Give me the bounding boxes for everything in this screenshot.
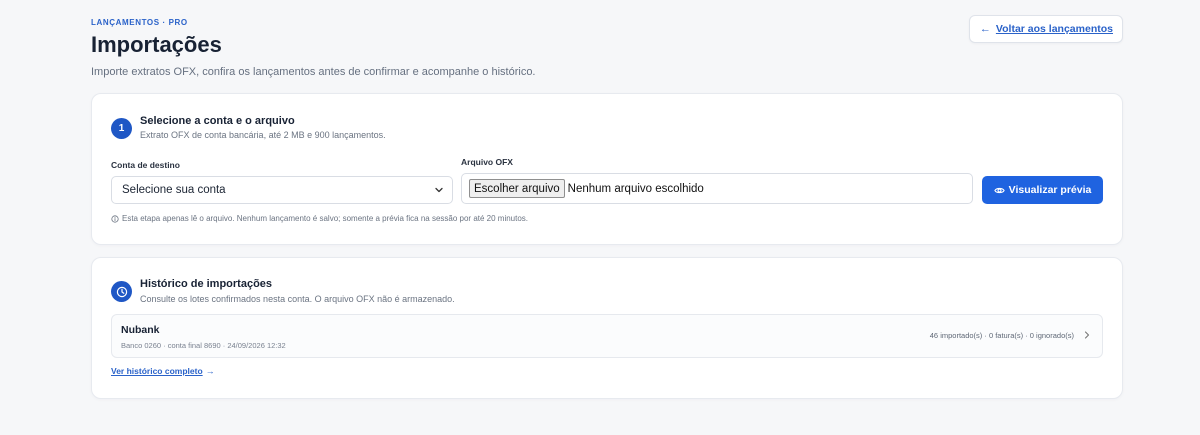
arrow-right-icon: → xyxy=(205,366,215,376)
account-select[interactable]: Selecione sua conta xyxy=(111,176,453,204)
row-bank: Nubank xyxy=(121,324,160,336)
privacy-note: Esta etapa apenas lê o arquivo. Nenhum l… xyxy=(111,214,528,223)
step-badge: 1 xyxy=(111,118,132,139)
import-card: 1 Selecione a conta e o arquivo Extrato … xyxy=(91,93,1123,245)
history-badge xyxy=(111,281,132,302)
preview-button[interactable]: Visualizar prévia xyxy=(982,176,1103,204)
arrow-left-icon: ← xyxy=(979,22,991,35)
full-history-link[interactable]: Ver histórico completo → xyxy=(111,366,215,376)
row-meta: Banco 0260 · conta final 8690 · 24/09/20… xyxy=(121,341,286,350)
eyebrow: LANÇAMENTOS · PRO xyxy=(91,18,188,27)
account-label: Conta de destino xyxy=(111,160,180,170)
row-counts: 46 importado(s) · 0 fatura(s) · 0 ignora… xyxy=(929,331,1074,340)
account-select-value: Selecione sua conta xyxy=(122,184,226,196)
history-row[interactable]: Nubank Banco 0260 · conta final 8690 · 2… xyxy=(111,314,1103,358)
info-icon xyxy=(111,214,119,223)
back-to-entries-label: Voltar aos lançamentos xyxy=(995,23,1113,35)
full-history-label: Ver histórico completo xyxy=(111,366,203,376)
file-label: Arquivo OFX xyxy=(461,157,513,167)
history-card-description: Consulte os lotes confirmados nesta cont… xyxy=(140,294,455,304)
preview-button-label: Visualizar prévia xyxy=(1008,184,1092,196)
clock-icon xyxy=(116,286,127,297)
privacy-note-text: Esta etapa apenas lê o arquivo. Nenhum l… xyxy=(122,214,529,223)
import-card-description: Extrato OFX de conta bancária, até 2 MB … xyxy=(140,130,386,140)
chevron-down-icon xyxy=(435,187,443,193)
page-title: Importações xyxy=(91,32,222,57)
eye-icon xyxy=(993,187,1005,193)
import-card-title: Selecione a conta e o arquivo xyxy=(140,115,295,127)
history-card-title: Histórico de importações xyxy=(140,278,273,290)
file-status: Nenhum arquivo escolhido xyxy=(567,182,704,195)
ofx-file-input[interactable]: Escolher arquivo Nenhum arquivo escolhid… xyxy=(461,173,973,204)
page-subtitle: Importe extratos OFX, confira os lançame… xyxy=(91,66,536,78)
back-to-entries-button[interactable]: ← Voltar aos lançamentos xyxy=(968,15,1123,43)
history-card: Histórico de importações Consulte os lot… xyxy=(91,257,1123,399)
choose-file-button[interactable]: Escolher arquivo xyxy=(469,179,565,198)
chevron-right-icon xyxy=(1084,331,1090,339)
